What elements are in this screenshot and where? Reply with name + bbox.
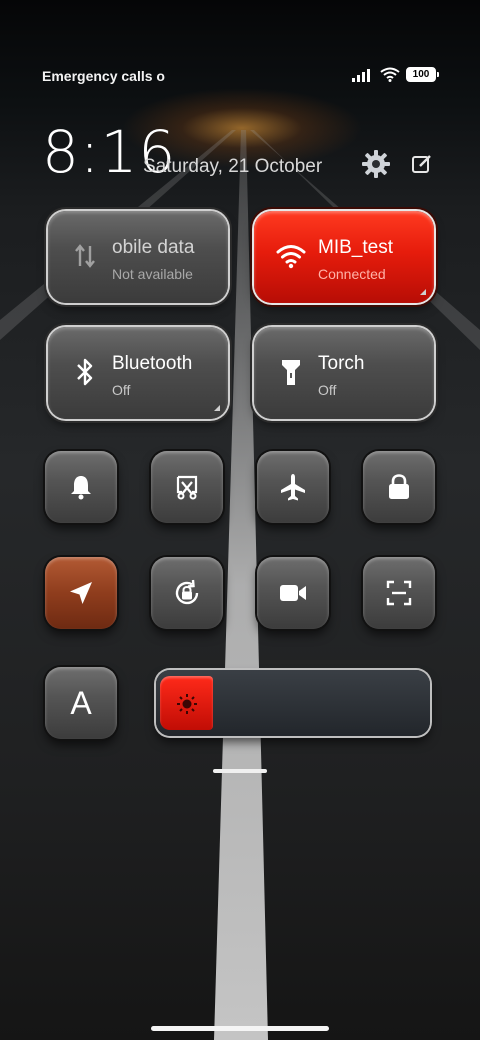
lock-screen-toggle[interactable] (363, 451, 435, 523)
sun-icon (177, 694, 197, 714)
auto-brightness-toggle[interactable]: A (45, 667, 117, 739)
location-icon (70, 582, 92, 604)
rotation-lock-toggle[interactable] (151, 557, 223, 629)
panel-drag-handle[interactable] (213, 769, 267, 773)
navigation-gesture-bar[interactable] (151, 1026, 329, 1031)
bluetooth-tile[interactable]: Bluetooth Off (48, 327, 228, 419)
screen-cast-toggle[interactable] (151, 451, 223, 523)
data-arrows-icon (68, 239, 102, 273)
gear-icon (362, 150, 390, 178)
auto-brightness-icon: A (70, 684, 92, 721)
edit-icon (412, 155, 431, 173)
brightness-slider[interactable] (156, 670, 430, 736)
bluetooth-icon (68, 355, 102, 389)
mobile-data-title: obile data (112, 237, 195, 258)
rotation-lock-icon (175, 579, 199, 605)
wifi-tile[interactable]: MIB_test Connected (254, 211, 434, 303)
battery-indicator: 100 (406, 67, 439, 82)
airplane-icon (281, 474, 305, 501)
date: Saturday, 21 October (143, 156, 323, 177)
scan-icon (386, 580, 412, 606)
flashlight-icon (274, 355, 308, 389)
airplane-mode-toggle[interactable] (257, 451, 329, 523)
mobile-data-status: Not available (112, 266, 193, 282)
torch-status: Off (318, 382, 337, 398)
video-camera-icon (280, 585, 306, 601)
scanner-toggle[interactable] (363, 557, 435, 629)
wifi-status-icon (380, 67, 400, 82)
bluetooth-status: Off (112, 382, 131, 398)
mobile-data-tile[interactable]: obile data Not available (48, 211, 228, 303)
lock-icon (389, 474, 409, 499)
screen-record-toggle[interactable] (257, 557, 329, 629)
torch-title: Torch (318, 353, 365, 374)
location-toggle[interactable] (45, 557, 117, 629)
wifi-icon (274, 239, 308, 273)
edit-button[interactable] (405, 148, 439, 180)
carrier-text: Emergency calls o (42, 68, 165, 84)
wifi-network-name: MIB_test (318, 237, 393, 258)
signal-icon (352, 68, 370, 82)
torch-tile[interactable]: Torch Off (254, 327, 434, 419)
status-bar: Emergency calls o 100 (42, 67, 439, 87)
expand-corner-icon (214, 405, 220, 411)
wifi-status: Connected (318, 266, 386, 282)
screen-cast-icon (176, 475, 198, 500)
sound-toggle[interactable] (45, 451, 117, 523)
bell-icon (71, 476, 91, 500)
bluetooth-title: Bluetooth (112, 353, 193, 374)
settings-button[interactable] (359, 148, 393, 180)
expand-corner-icon (420, 289, 426, 295)
